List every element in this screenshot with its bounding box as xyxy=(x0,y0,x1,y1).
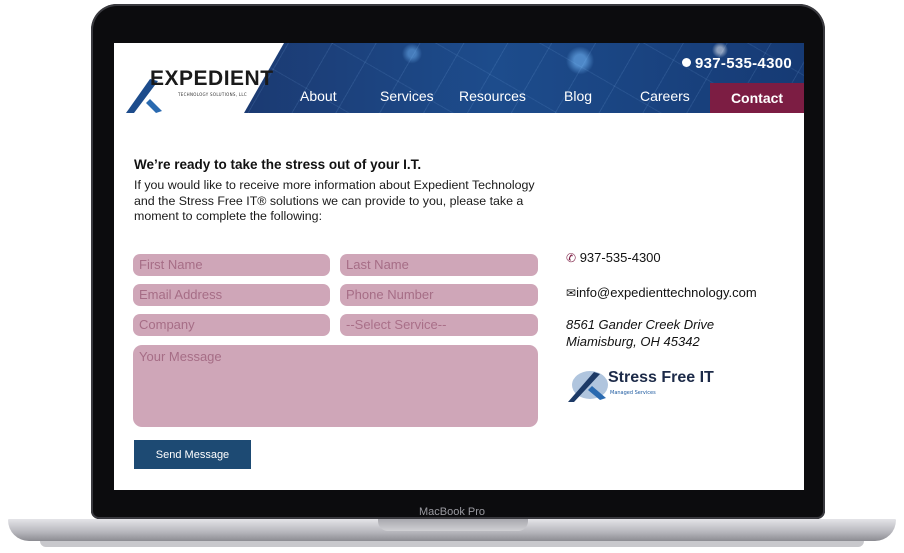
header-phone[interactable]: 937-535-4300 xyxy=(681,55,792,72)
envelope-icon: ✉ xyxy=(566,286,577,300)
nav-careers[interactable]: Careers xyxy=(640,88,690,104)
stress-free-it-logo: Stress Free IT Managed Services xyxy=(566,366,736,404)
phone-dot-icon xyxy=(681,58,691,67)
laptop-base-shadow xyxy=(40,541,864,547)
header-phone-number: 937-535-4300 xyxy=(694,55,792,72)
site-header: EXPEDIENT TECHNOLOGY SOLUTIONS, LLC 937-… xyxy=(114,43,804,113)
nav-contact[interactable]: Contact xyxy=(710,83,804,113)
laptop-notch xyxy=(378,519,528,531)
message-textarea[interactable] xyxy=(133,345,538,427)
contact-address: 8561 Gander Creek Drive Miamisburg, OH 4… xyxy=(566,316,714,350)
logo-text: EXPEDIENT xyxy=(150,67,274,90)
contact-email-text: info@expedienttechnology.com xyxy=(576,285,757,300)
intro-paragraph: If you would like to receive more inform… xyxy=(134,178,535,223)
contact-email[interactable]: ✉info@expedienttechnology.com xyxy=(566,285,757,300)
contact-phone-text: 937-535-4300 xyxy=(579,250,661,265)
device-label: MacBook Pro xyxy=(418,506,486,518)
stress-free-title: Stress Free IT xyxy=(608,369,714,386)
stress-free-swoosh-icon xyxy=(568,371,608,402)
email-input[interactable] xyxy=(133,284,330,306)
nav-services[interactable]: Services xyxy=(380,88,434,104)
expedient-logo[interactable]: EXPEDIENT TECHNOLOGY SOLUTIONS, LLC xyxy=(120,49,273,113)
last-name-input[interactable] xyxy=(340,254,538,276)
logo-subtext: TECHNOLOGY SOLUTIONS, LLC xyxy=(178,92,248,97)
send-message-button[interactable]: Send Message xyxy=(134,440,251,469)
nav-resources[interactable]: Resources xyxy=(459,88,526,104)
service-select[interactable]: --Select Service-- xyxy=(340,314,538,336)
website-screen: EXPEDIENT TECHNOLOGY SOLUTIONS, LLC 937-… xyxy=(114,43,804,490)
nav-about[interactable]: About xyxy=(300,88,337,104)
address-line-1: 8561 Gander Creek Drive xyxy=(566,317,715,332)
stress-free-subtitle: Managed Services xyxy=(610,390,656,396)
contact-phone[interactable]: ✆ 937-535-4300 xyxy=(566,250,661,265)
intro-heading: We’re ready to take the stress out of yo… xyxy=(134,157,422,172)
phone-input[interactable] xyxy=(340,284,538,306)
phone-icon: ✆ xyxy=(566,251,577,265)
address-line-2: Miamisburg, OH 45342 xyxy=(566,334,700,349)
company-input[interactable] xyxy=(133,314,330,336)
nav-blog[interactable]: Blog xyxy=(564,88,592,104)
first-name-input[interactable] xyxy=(133,254,330,276)
